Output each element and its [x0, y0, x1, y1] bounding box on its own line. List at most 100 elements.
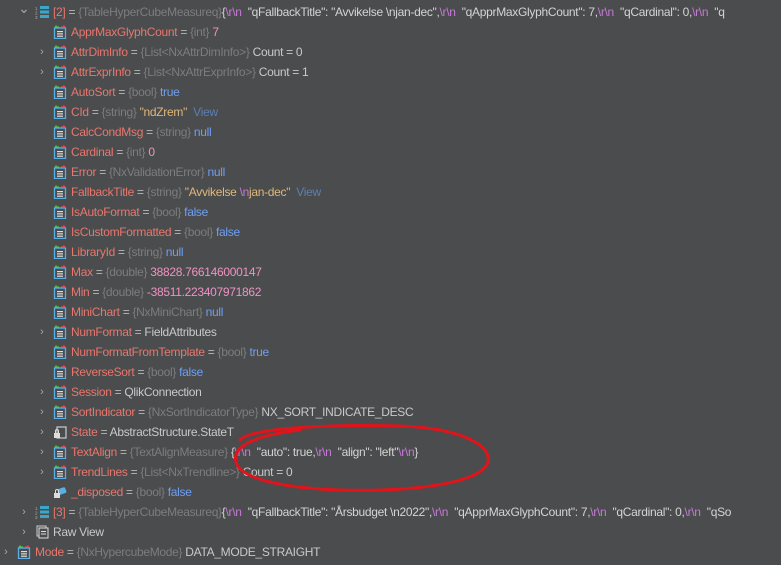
tree-row[interactable]: › TrendLines = {List<NxTrendline>} Count …	[0, 462, 781, 482]
value-segment: {List<NxTrendline>}	[140, 465, 240, 479]
tree-row[interactable]: › Session = QlikConnection	[0, 382, 781, 402]
tree-row[interactable]: IsAutoFormat = {bool} false	[0, 202, 781, 222]
chevron-right-icon[interactable]: ›	[36, 422, 48, 442]
value-segment: =	[115, 245, 128, 259]
tree-row[interactable]: Max = {double} 38828.766146000147	[0, 262, 781, 282]
tree-row[interactable]: › AttrDimInfo = {List<NxAttrDimInfo>} Cou…	[0, 42, 781, 62]
value-segment: false	[164, 485, 192, 499]
variable-name: TrendLines	[71, 465, 128, 479]
tree-row[interactable]: ApprMaxGlyphCount = {int} 7	[0, 22, 781, 42]
tree-row[interactable]: LibraryId = {string} null	[0, 242, 781, 262]
array-icon: 123	[35, 5, 49, 20]
chevron-right-icon[interactable]: ›	[36, 382, 48, 402]
value-segment: =	[171, 225, 185, 239]
variable-name: Cardinal	[71, 145, 114, 159]
tree-row[interactable]: › NumFormat = FieldAttributes	[0, 322, 781, 342]
row-text: AutoSort = {bool} true	[71, 82, 180, 102]
property-icon	[53, 345, 67, 360]
value-segment: "qFallbackTitle": "Årsbudget \n2022",	[241, 505, 433, 519]
row-text: Max = {double} 38828.766146000147	[71, 262, 262, 282]
value-segment: "Avvikelse	[181, 185, 240, 199]
variable-name: LibraryId	[71, 245, 115, 259]
variable-name: NumFormatFromTemplate	[71, 345, 205, 359]
raw-view-icon	[35, 525, 49, 539]
chevron-right-icon[interactable]: ›	[36, 442, 48, 462]
tree-row[interactable]: Error = {NxValidationError} null	[0, 162, 781, 182]
tree-row[interactable]: IsCustomFormatted = {bool} false	[0, 222, 781, 242]
chevron-right-icon[interactable]: ›	[36, 322, 48, 342]
tree-row[interactable]: › Raw View	[0, 522, 781, 542]
row-text: NumFormatFromTemplate = {bool} true	[71, 342, 269, 362]
tree-row[interactable]: FallbackTitle = {string} "Avvikelse \nja…	[0, 182, 781, 202]
tree-row[interactable]: CId = {string} "ndZrem" View	[0, 102, 781, 122]
value-segment: {NxSortIndicatorType}	[147, 405, 259, 419]
chevron-down-icon[interactable]: ⌄	[18, 0, 30, 18]
property-icon	[53, 305, 67, 320]
chevron-right-icon[interactable]: ›	[36, 62, 48, 82]
value-segment: "qApprMaxGlyphCount": 7,	[455, 5, 598, 19]
value-segment: {bool}	[152, 205, 182, 219]
view-link[interactable]: View	[187, 105, 218, 119]
value-segment: null	[202, 305, 224, 319]
value-segment: DATA_MODE_STRAIGHT	[182, 545, 321, 559]
value-segment: \r\n	[225, 505, 242, 519]
row-text: AttrDimInfo = {List<NxAttrDimInfo>} Coun…	[71, 42, 303, 62]
row-text: MiniChart = {NxMiniChart} null	[71, 302, 223, 322]
value-segment: =	[96, 165, 109, 179]
value-segment: =	[127, 45, 141, 59]
svg-text:3: 3	[35, 515, 38, 519]
property-icon	[53, 45, 67, 60]
value-segment: "auto": true,	[250, 445, 316, 459]
property-icon	[53, 245, 67, 260]
chevron-right-icon[interactable]: ›	[18, 522, 30, 542]
view-link[interactable]: View	[290, 185, 321, 199]
tree-row[interactable]: › State = AbstractStructure.StateT	[0, 422, 781, 442]
value-segment: "qCardinal": 0,	[613, 5, 693, 19]
tree-row[interactable]: _disposed = {bool} false	[0, 482, 781, 502]
chevron-right-icon[interactable]: ›	[36, 402, 48, 422]
tree-row[interactable]: AutoSort = {bool} true	[0, 82, 781, 102]
value-segment: {TableHyperCubeMeasureq}	[78, 505, 222, 519]
tree-row[interactable]: ⌄ 1 2 3 [2] = {TableHyperCubeMeasureq}{\r\n …	[0, 0, 781, 22]
tree-row[interactable]: ReverseSort = {bool} false	[0, 362, 781, 382]
row-text: IsCustomFormatted = {bool} false	[71, 222, 240, 242]
variable-name: IsAutoFormat	[71, 205, 140, 219]
tree-row[interactable]: MiniChart = {NxMiniChart} null	[0, 302, 781, 322]
tree-row[interactable]: CalcCondMsg = {string} null	[0, 122, 781, 142]
value-segment: \r\n	[597, 5, 614, 19]
chevron-right-icon[interactable]: ›	[36, 42, 48, 62]
value-segment: =	[130, 65, 144, 79]
chevron-right-icon[interactable]: ›	[36, 462, 48, 482]
value-segment: false	[181, 205, 209, 219]
tree-row[interactable]: Min = {double} -38511.223407971862	[0, 282, 781, 302]
tree-row[interactable]: NumFormatFromTemplate = {bool} true	[0, 342, 781, 362]
variable-name: TextAlign	[71, 445, 117, 459]
value-segment: {string}	[155, 125, 191, 139]
value-segment: true	[246, 345, 269, 359]
value-segment: =	[89, 285, 103, 299]
property-icon	[53, 205, 67, 220]
value-segment: "ndZrem"	[136, 105, 188, 119]
value-segment: \n	[239, 185, 250, 199]
value-segment: {bool}	[184, 225, 213, 239]
chevron-right-icon[interactable]: ›	[18, 502, 30, 522]
value-segment: =	[177, 25, 191, 39]
property-icon	[53, 25, 67, 40]
variable-name: IsCustomFormatted	[71, 225, 172, 239]
value-segment: {double}	[105, 265, 148, 279]
row-text: CId = {string} "ndZrem" View	[71, 102, 218, 122]
tree-row[interactable]: › SortIndicator = {NxSortIndicatorType} N…	[0, 402, 781, 422]
value-segment: {double}	[102, 285, 144, 299]
tree-row[interactable]: › 1 2 3 [3] = {TableHyperCubeMeasureq}{\r\n …	[0, 502, 781, 522]
tree-row[interactable]: › AttrExprInfo = {List<NxAttrExprInfo>} C…	[0, 62, 781, 82]
tree-row[interactable]: Cardinal = {int} 0	[0, 142, 781, 162]
value-segment: =	[65, 5, 79, 19]
row-text: Error = {NxValidationError} null	[71, 162, 225, 182]
value-segment: =	[135, 405, 148, 419]
value-segment: {string}	[127, 245, 163, 259]
value-segment: jan-dec"	[248, 185, 291, 199]
tree-row[interactable]: › Mode = {NxHypercubeMode} DATA_MODE_STRA…	[0, 542, 781, 562]
tree-row[interactable]: › TextAlign = {TextAlignMeasure} {\r\n "a…	[0, 442, 781, 462]
row-text: ApprMaxGlyphCount = {int} 7	[71, 22, 219, 42]
chevron-right-icon[interactable]: ›	[0, 542, 12, 562]
